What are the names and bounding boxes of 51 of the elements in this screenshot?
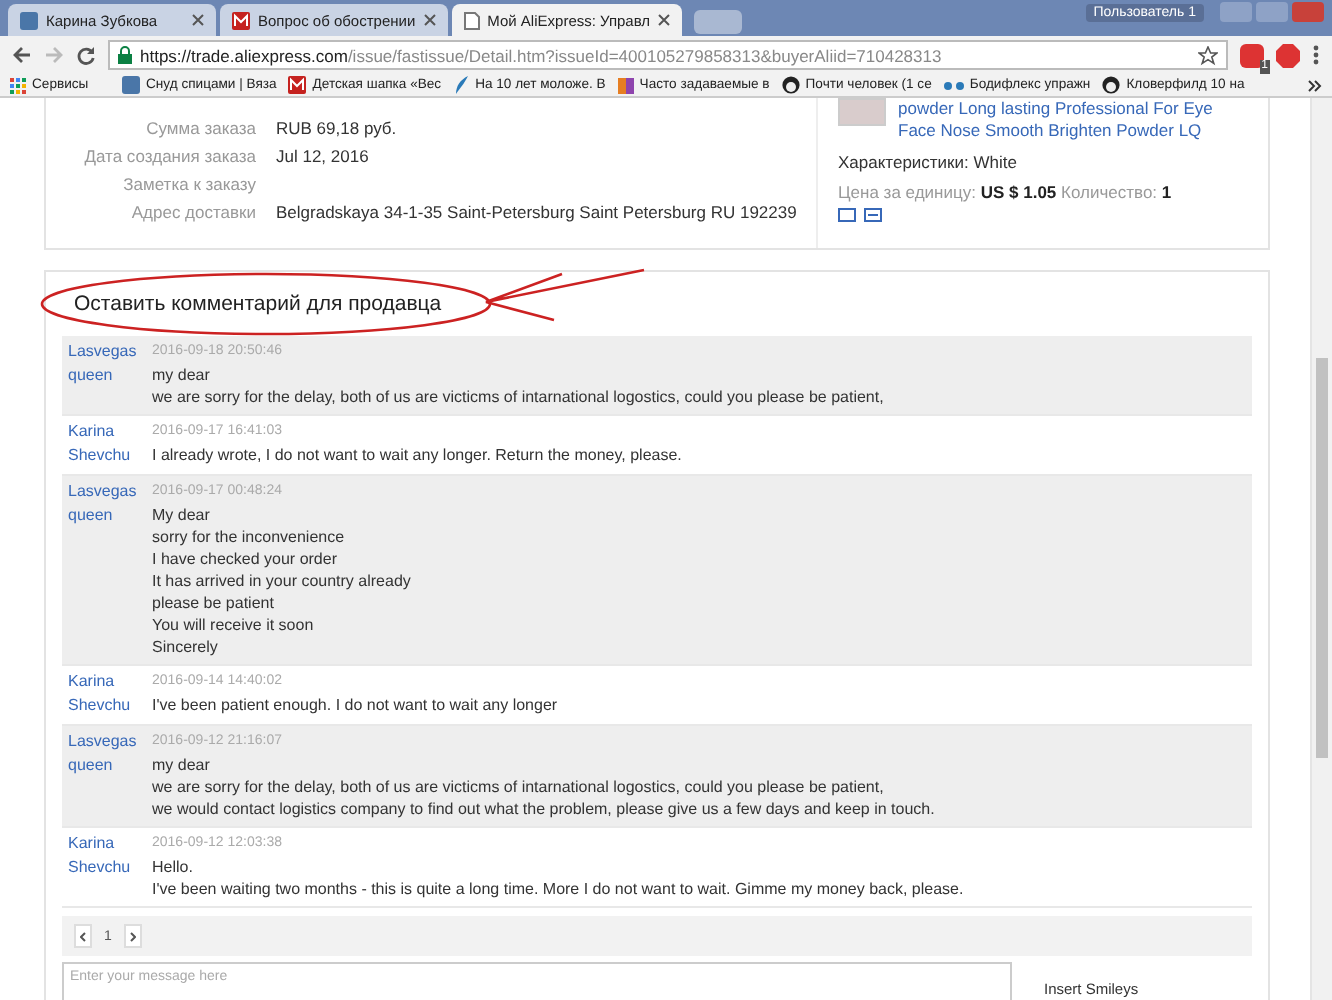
- list-icon[interactable]: [864, 206, 882, 222]
- chevron-right-icon: [129, 931, 136, 941]
- previous-page-button[interactable]: [74, 924, 92, 948]
- adblock-icon[interactable]: [1276, 43, 1300, 67]
- author-link[interactable]: Karina Shevchu: [68, 670, 146, 718]
- field-label: Дата создания заказа: [82, 145, 256, 165]
- price-and-quantity: Цена за единицу: US $ 1.05 Количество: 1: [838, 182, 1174, 202]
- field-label: Адрес доставки: [129, 201, 256, 221]
- mail-logo-icon: [232, 11, 250, 29]
- field-value: Belgradskaya 34-1-35 Saint-Petersburg Saint Petersburg RU 192239: [276, 201, 799, 221]
- close-icon[interactable]: [658, 14, 671, 26]
- author-link[interactable]: Lasvegas queen: [68, 480, 146, 658]
- close-icon[interactable]: [423, 14, 436, 26]
- comment-text: My dear sorry for the inconvenience I have checked your order It has arrived in your country already please be patient You will receive it soon Sincerely: [152, 504, 413, 658]
- author-link[interactable]: Lasvegas queen: [68, 340, 146, 408]
- section-title: Оставить комментарий для продавца: [74, 292, 442, 316]
- mail-logo-icon: [288, 76, 307, 94]
- star-icon[interactable]: [1198, 45, 1218, 65]
- field-label: Сумма заказа: [144, 117, 256, 137]
- colored-square-icon: [617, 77, 634, 93]
- lock-icon: [118, 46, 132, 64]
- vk-logo-icon: [122, 76, 140, 94]
- author-link[interactable]: Karina Shevchu: [68, 832, 146, 900]
- close-icon[interactable]: [192, 14, 204, 26]
- apps-grid-icon: [10, 77, 26, 93]
- address-bar[interactable]: https://trade.aliexpress.com/issue/fastissue/Detail.htm?issueId=400105279858313&buyerAliid=710428313: [108, 40, 1228, 70]
- menu-icon[interactable]: [1312, 44, 1320, 66]
- dots-icon: [943, 79, 964, 91]
- next-page-button[interactable]: [123, 924, 142, 948]
- comment-text: my dear we are sorry for the delay, both of us are victicms of intarnational logostics, could you please be patient, we would contact logistics company to find out what the problem, please give us a few days and keep in touch.: [152, 754, 937, 820]
- field-value: RUB 69,18 руб.: [276, 117, 399, 137]
- chevron-left-icon: [80, 931, 86, 941]
- field-label: Заметка к заказу: [121, 173, 256, 193]
- feather-icon: [453, 76, 470, 94]
- page-icon: [463, 11, 480, 29]
- reload-icon[interactable]: [76, 45, 96, 65]
- more-bookmarks-icon[interactable]: [1308, 79, 1322, 91]
- snapshot-icon[interactable]: [838, 206, 856, 222]
- comment-text: I've been patient enough. I do not want to wait any longer: [152, 694, 560, 716]
- field-value: Jul 12, 2016: [276, 145, 371, 165]
- back-icon[interactable]: [12, 46, 32, 64]
- product-link[interactable]: powder Long lasting Professional For Eye Face Nose Smooth Brighten Powder LQ: [898, 98, 1213, 142]
- scrollbar[interactable]: [1310, 98, 1332, 1000]
- author-link[interactable]: Karina Shevchu: [68, 420, 146, 468]
- author-link[interactable]: Lasvegas queen: [68, 730, 146, 820]
- vk-logo-icon: [20, 11, 38, 29]
- comment-text: my dear we are sorry for the delay, both of us are victicms of intarnational logostics, could you please be patient,: [152, 364, 886, 408]
- comment-text: Hello. I've been waiting two months - this is quite a long time. More I do not want to wait. Gimme my money back, please.: [152, 856, 966, 900]
- scrollbar-thumb[interactable]: [1316, 358, 1328, 758]
- product-characteristics: Характеристики: White: [838, 152, 1019, 172]
- comment-text: I already wrote, I do not want to wait any longer. Return the money, please.: [152, 444, 684, 466]
